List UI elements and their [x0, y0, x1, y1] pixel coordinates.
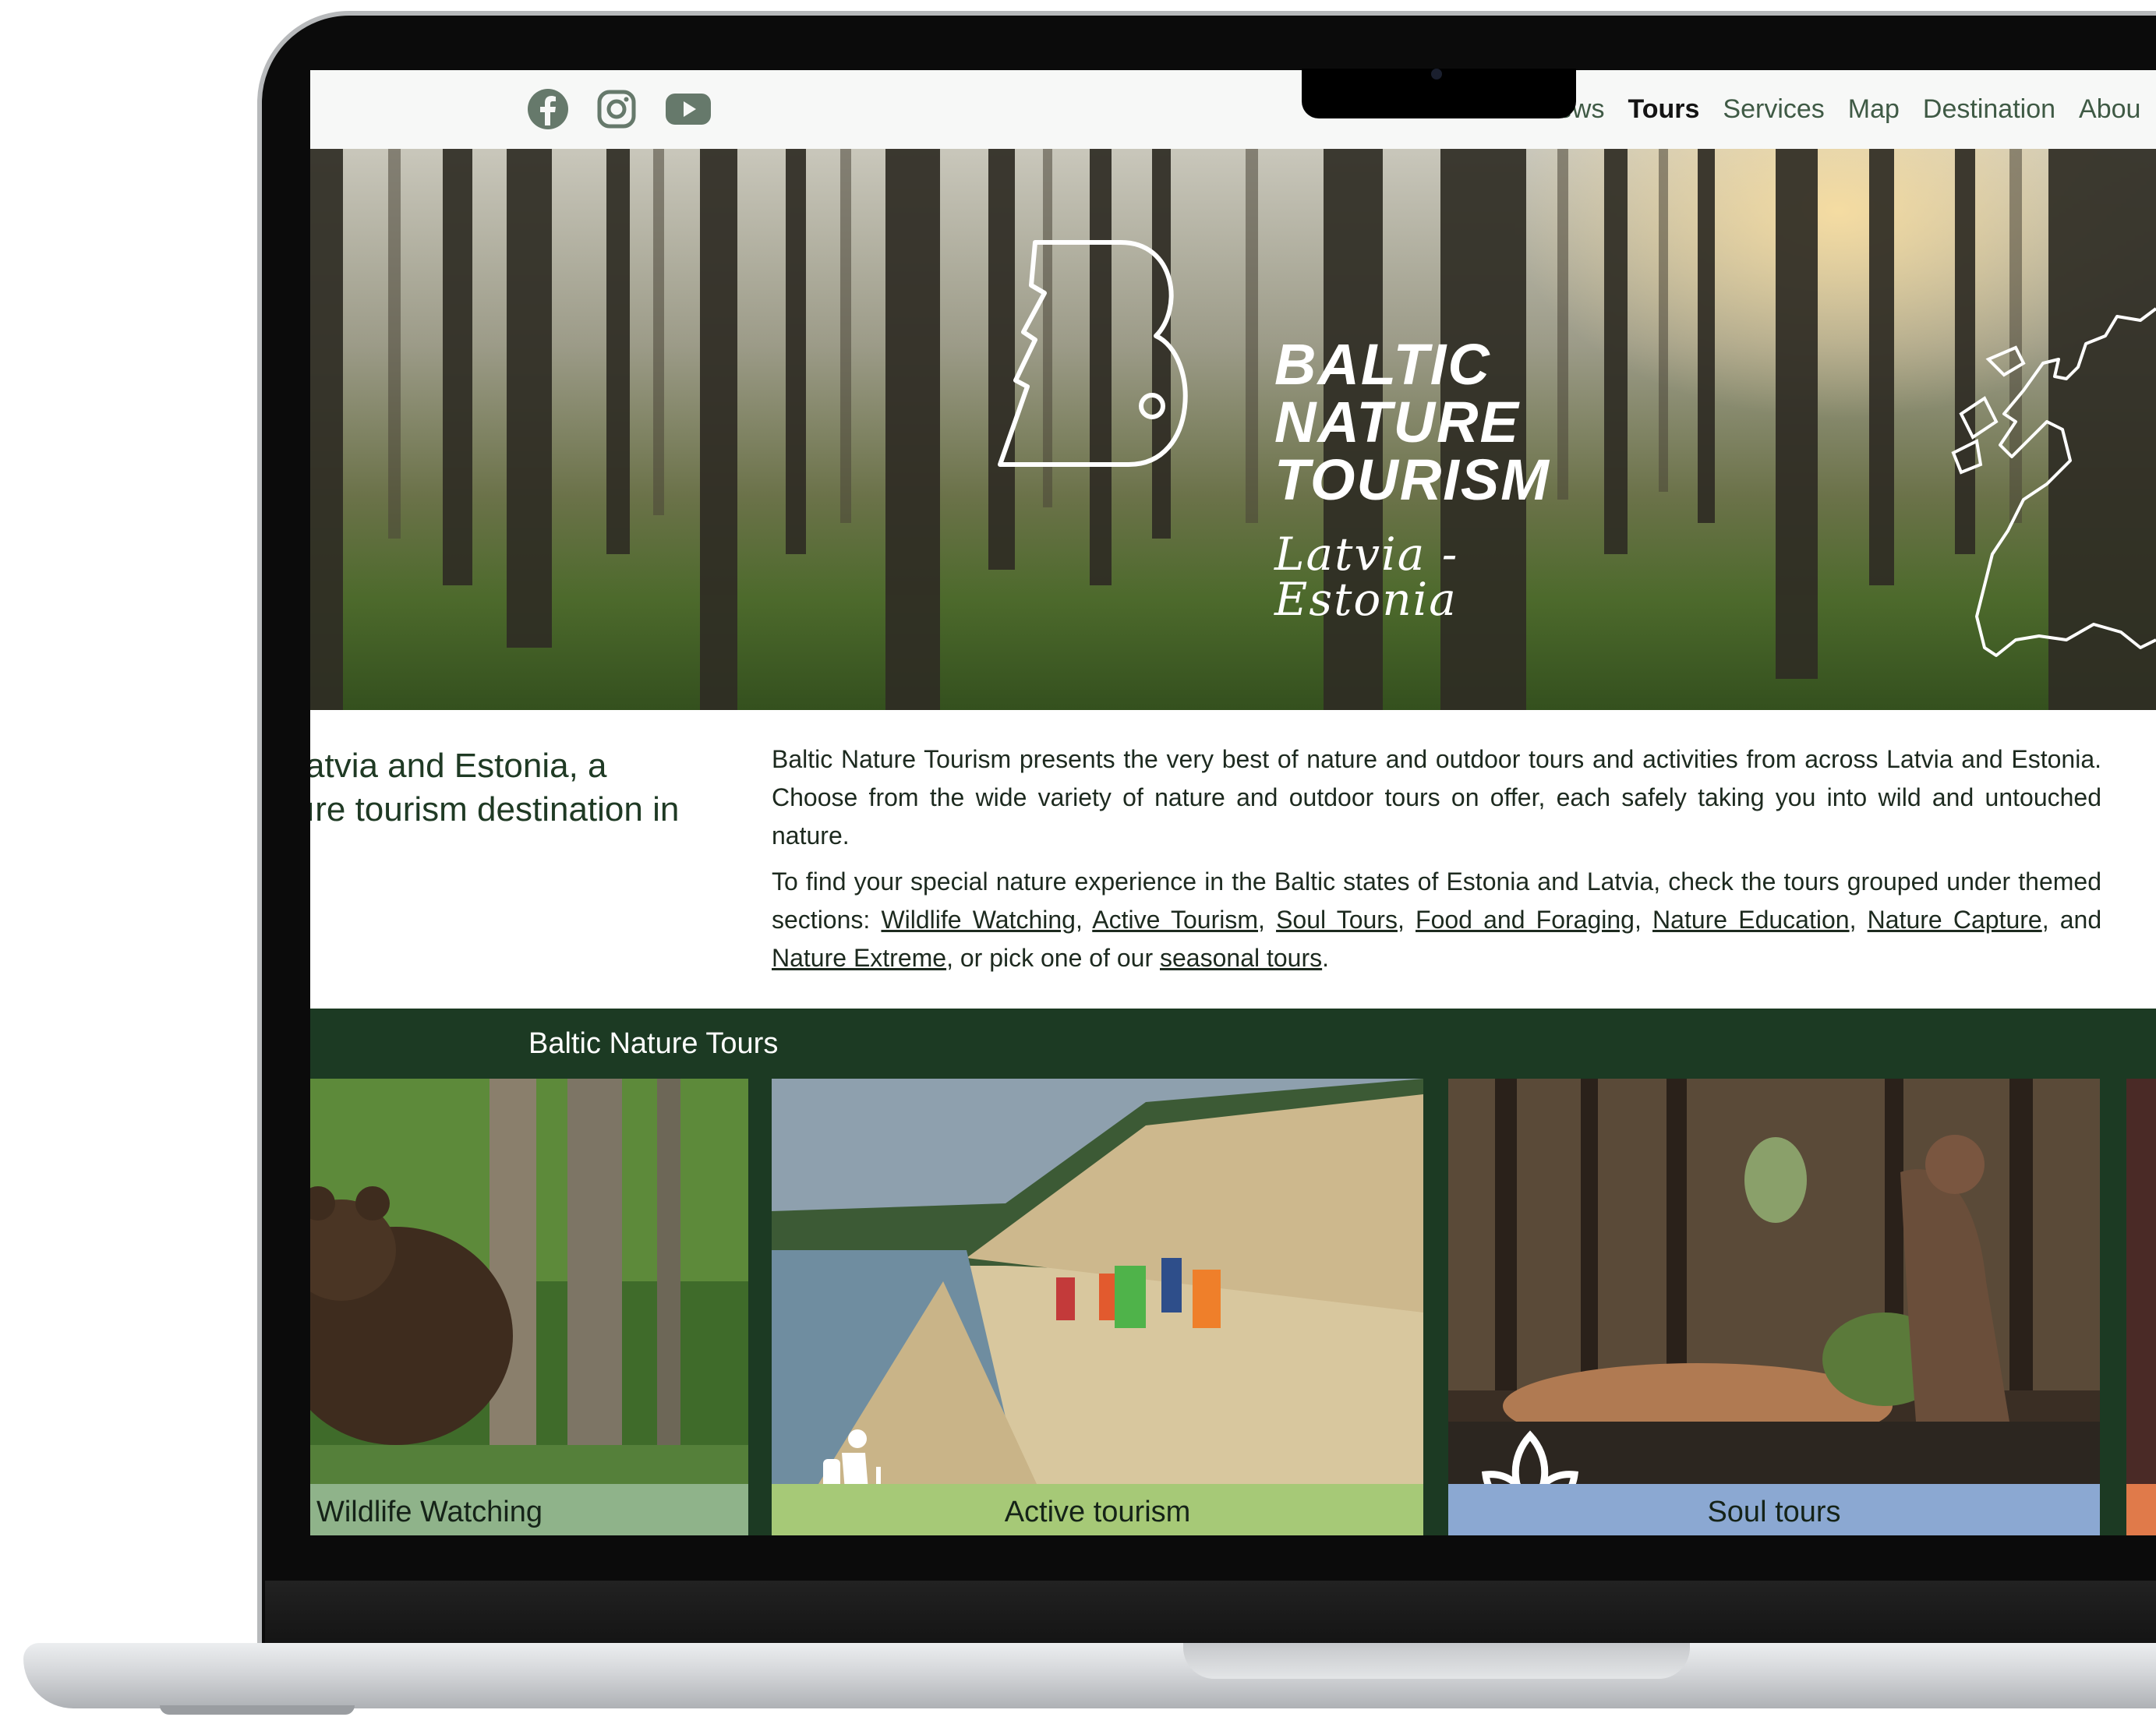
- intro-heading-line-2: ıre tourism destination in: [310, 790, 680, 828]
- link-nature-education[interactable]: Nature Education: [1652, 906, 1850, 934]
- separator: , and: [2041, 906, 2102, 934]
- tour-card-label: Soul tours: [1448, 1484, 2100, 1535]
- intro-heading-line-1: atvia and Estonia, a: [310, 747, 607, 785]
- baltic-map-icon: [1951, 307, 2156, 657]
- tour-card-label: Wildlife Watching: [310, 1484, 748, 1535]
- brand-line-3: TOURISM: [1274, 447, 1550, 512]
- site-header: ews Tours Services Map Destination Abou: [310, 70, 2156, 149]
- brand-name: BALTIC NATURE TOURISM: [1274, 336, 1550, 509]
- separator: ,: [1634, 906, 1653, 934]
- brand-subtitle-line-2: Estonia: [1274, 573, 1458, 626]
- link-food-and-foraging[interactable]: Food and Foraging: [1416, 906, 1635, 934]
- tours-section-title: Baltic Nature Tours: [528, 1027, 779, 1060]
- brand-logo-icon: [998, 240, 1188, 467]
- tour-card-partial[interactable]: [2126, 1079, 2156, 1535]
- separator: ,: [1849, 906, 1868, 934]
- intro-heading: atvia and Estonia, a ıre tourism destina…: [310, 744, 711, 832]
- link-active-tourism[interactable]: Active Tourism: [1092, 906, 1258, 934]
- separator: ,: [1075, 906, 1093, 934]
- nav-services[interactable]: Services: [1723, 94, 1824, 125]
- brand-subtitle: Latvia - Estonia: [1274, 532, 1458, 622]
- intro-text: Baltic Nature Tourism presents the very …: [772, 740, 2101, 985]
- separator: .: [1322, 944, 1330, 972]
- laptop-foot: [160, 1705, 355, 1715]
- instagram-icon[interactable]: [593, 86, 640, 132]
- youtube-icon[interactable]: [665, 86, 712, 132]
- brand-line-1: BALTIC: [1274, 332, 1491, 397]
- camera-lens: [1431, 69, 1442, 79]
- main-nav: ews Tours Services Map Destination Abou: [1557, 84, 2140, 134]
- tour-card-label: Active tourism: [772, 1484, 1423, 1535]
- forest-background: [310, 149, 2156, 710]
- tour-card-active[interactable]: Active tourism: [772, 1079, 1423, 1535]
- intro-paragraph-2: To find your special nature experience i…: [772, 863, 2101, 977]
- facebook-icon[interactable]: [525, 86, 571, 132]
- hero-banner: BALTIC NATURE TOURISM Latvia - Estonia: [310, 149, 2156, 710]
- active-tourism-photo: [772, 1079, 1423, 1484]
- partial-card-label: [2126, 1484, 2156, 1535]
- separator: , or pick one of our: [946, 944, 1160, 972]
- laptop-base: [23, 1643, 2156, 1708]
- nav-destination[interactable]: Destination: [1923, 94, 2055, 125]
- partial-card-photo: [2126, 1079, 2156, 1484]
- intro-paragraph-1: Baltic Nature Tourism presents the very …: [772, 745, 2101, 850]
- link-wildlife-watching[interactable]: Wildlife Watching: [881, 906, 1076, 934]
- nav-about[interactable]: Abou: [2079, 94, 2140, 125]
- brand-subtitle-line-1: Latvia -: [1274, 528, 1459, 581]
- nav-map[interactable]: Map: [1848, 94, 1900, 125]
- tour-card-soul[interactable]: Soul tours: [1448, 1079, 2100, 1535]
- browser-viewport: ews Tours Services Map Destination Abou: [310, 70, 2156, 1535]
- laptop-hinge: [265, 1581, 2156, 1645]
- tour-card-wildlife[interactable]: Wildlife Watching: [310, 1079, 748, 1535]
- link-soul-tours[interactable]: Soul Tours: [1276, 906, 1398, 934]
- separator: ,: [1258, 906, 1277, 934]
- soul-tours-photo: [1448, 1079, 2100, 1484]
- wildlife-photo: [310, 1079, 748, 1484]
- link-nature-capture[interactable]: Nature Capture: [1868, 906, 2042, 934]
- brand-line-2: NATURE: [1274, 390, 1520, 454]
- nav-tours[interactable]: Tours: [1628, 94, 1699, 125]
- link-nature-extreme[interactable]: Nature Extreme: [772, 944, 946, 972]
- link-seasonal-tours[interactable]: seasonal tours: [1160, 944, 1322, 972]
- separator: ,: [1397, 906, 1416, 934]
- laptop-opening-notch: [1183, 1643, 1690, 1679]
